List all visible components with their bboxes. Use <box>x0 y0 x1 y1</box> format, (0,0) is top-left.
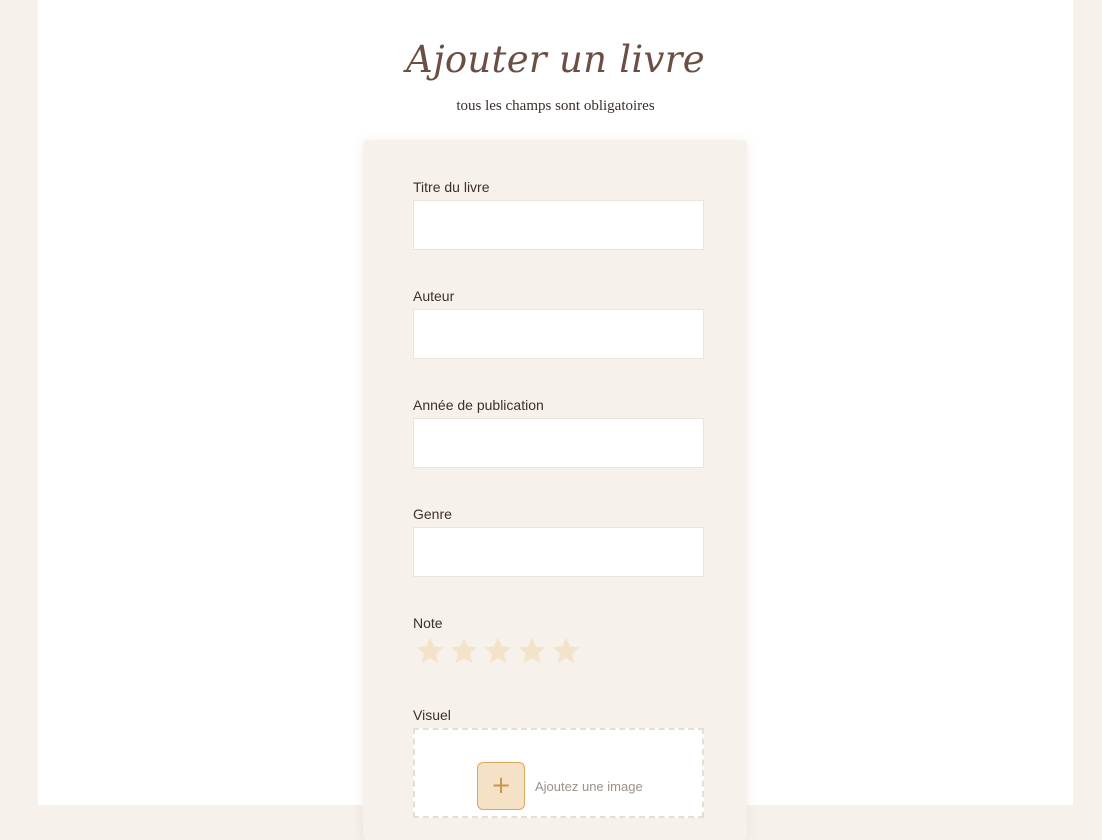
year-field-group: Année de publication <box>413 397 704 468</box>
page-subtitle: tous les champs sont obligatoires <box>456 98 655 114</box>
star-icon[interactable] <box>413 631 447 671</box>
star-rating <box>413 631 583 671</box>
author-field-group: Auteur <box>413 288 704 359</box>
star-icon[interactable] <box>481 631 515 671</box>
visual-field-group: Visuel + Ajoutez une image <box>413 707 704 818</box>
title-input[interactable] <box>413 200 704 250</box>
add-image-text: Ajoutez une image <box>535 779 643 794</box>
plus-icon: + <box>490 771 512 799</box>
add-book-form: Titre du livre Auteur Année de publicati… <box>363 140 747 840</box>
author-label: Auteur <box>413 288 455 304</box>
add-image-button[interactable]: + <box>477 762 525 810</box>
genre-input[interactable] <box>413 527 704 577</box>
rating-label: Note <box>413 615 443 631</box>
genre-field-group: Genre <box>413 506 704 577</box>
year-input[interactable] <box>413 418 704 468</box>
year-label: Année de publication <box>413 397 544 413</box>
star-icon[interactable] <box>447 631 481 671</box>
genre-label: Genre <box>413 506 452 522</box>
star-icon[interactable] <box>515 631 549 671</box>
author-input[interactable] <box>413 309 704 359</box>
visual-label: Visuel <box>413 707 451 723</box>
page: Ajouter un livre tous les champs sont ob… <box>38 0 1073 840</box>
star-icon[interactable] <box>549 631 583 671</box>
rating-field-group: Note <box>413 615 704 663</box>
title-label: Titre du livre <box>413 179 490 195</box>
page-title: Ajouter un livre <box>406 38 705 81</box>
title-field-group: Titre du livre <box>413 179 704 250</box>
